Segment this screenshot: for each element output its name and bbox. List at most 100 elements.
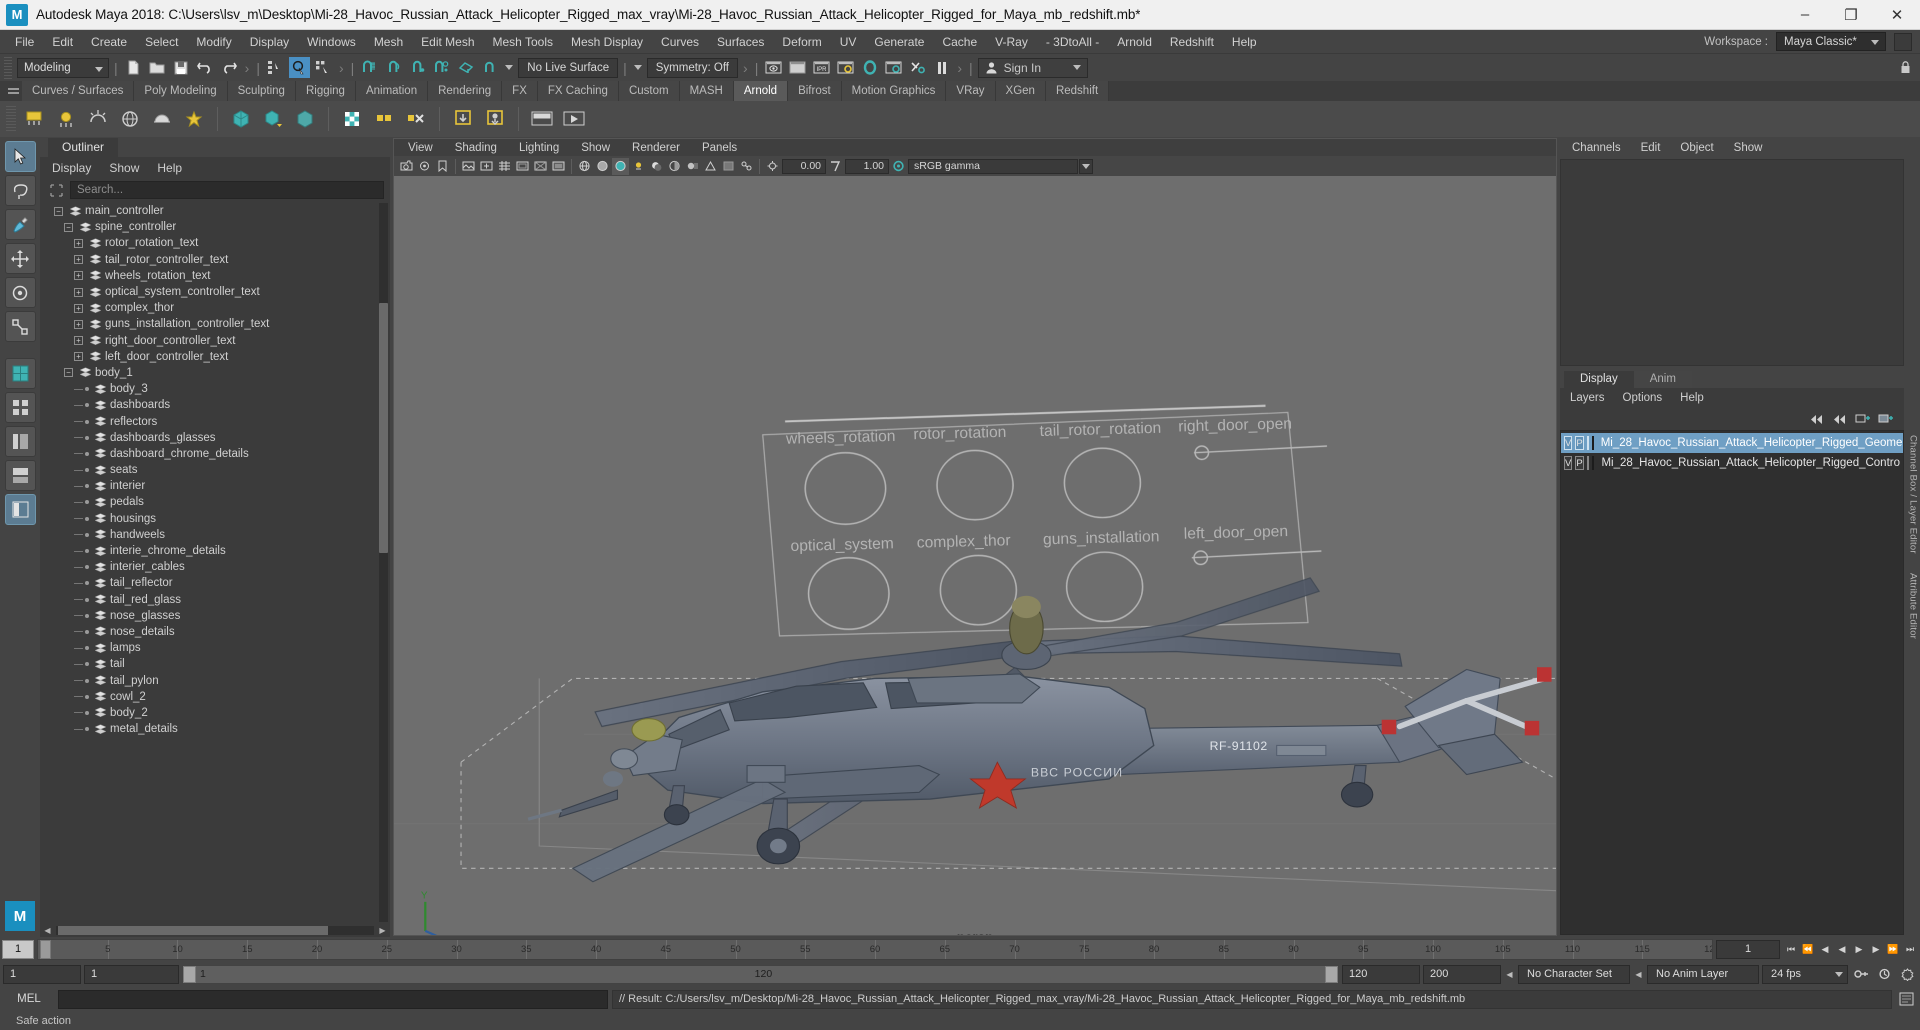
outliner-item[interactable]: + tail_rotor_controller_text	[40, 252, 390, 268]
outliner-item[interactable]: − spine_controller	[40, 219, 390, 235]
step-back-frame-icon[interactable]: ◀	[1817, 940, 1833, 959]
playback-speed-select[interactable]: 24 fps	[1762, 964, 1848, 984]
go-to-end-icon[interactable]: ⏭	[1902, 940, 1918, 959]
arnold-import-icon[interactable]	[449, 105, 477, 133]
snap-point-icon[interactable]	[407, 57, 428, 78]
rotate-tool-button[interactable]	[4, 277, 36, 308]
collapse-icon[interactable]: −	[64, 222, 73, 232]
shelf-tab-xgen[interactable]: XGen	[995, 81, 1046, 101]
scroll-right-icon[interactable]: ▶	[377, 925, 388, 936]
menu-edit[interactable]: Edit	[43, 30, 82, 54]
viewport-colorspace-icon[interactable]	[890, 158, 907, 175]
display-layer-list[interactable]: V P Mi_28_Havoc_Russian_Attack_Helicopter_…	[1560, 430, 1904, 935]
layer-new-from-selected-icon[interactable]	[1877, 411, 1894, 428]
outliner-menu-help[interactable]: Help	[157, 161, 182, 175]
select-component-icon[interactable]	[313, 57, 334, 78]
outliner-item[interactable]: lamps	[40, 640, 390, 656]
outliner-item[interactable]: seats	[40, 462, 390, 478]
viewport-ao-icon[interactable]	[666, 158, 683, 175]
outliner-horizontal-scrollbar[interactable]: ◀ ▶	[40, 924, 390, 937]
layer-color-swatch[interactable]	[1592, 456, 1595, 470]
snap-projected-center-icon[interactable]	[431, 57, 452, 78]
expand-icon[interactable]: +	[74, 336, 83, 346]
viewport-menu-show[interactable]: Show	[581, 142, 610, 154]
menu-deform[interactable]: Deform	[773, 30, 830, 54]
layout-persp-outliner-button[interactable]	[4, 494, 36, 525]
menu-modify[interactable]: Modify	[187, 30, 240, 54]
arnold-tx-manager-icon[interactable]	[528, 105, 556, 133]
viewport-exposure-value[interactable]: 0.00	[782, 158, 826, 174]
viewport-gamma-value[interactable]: 1.00	[845, 158, 889, 174]
layer-playback-toggle[interactable]: P	[1575, 436, 1584, 450]
outliner-item[interactable]: tail	[40, 656, 390, 672]
menu-mesh-display[interactable]: Mesh Display	[562, 30, 652, 54]
layer-tab-display[interactable]: Display	[1564, 371, 1634, 388]
menu-edit-mesh[interactable]: Edit Mesh	[412, 30, 483, 54]
range-right-handle[interactable]	[1325, 965, 1338, 983]
menu-curves[interactable]: Curves	[652, 30, 708, 54]
shelf-tab-animation[interactable]: Animation	[355, 81, 429, 101]
viewport-twod-pan-zoom-icon[interactable]	[478, 158, 495, 175]
menu-mesh-tools[interactable]: Mesh Tools	[484, 30, 562, 54]
viewport-motion-blur-icon[interactable]	[684, 158, 701, 175]
shelf-tab-bifrost[interactable]: Bifrost	[788, 81, 842, 101]
shelf-tab-redshift[interactable]: Redshift	[1045, 81, 1110, 101]
layer-menu-layers[interactable]: Layers	[1570, 392, 1605, 404]
paint-select-tool-button[interactable]	[4, 209, 36, 240]
viewport-image-plane-icon[interactable]	[460, 158, 477, 175]
step-forward-frame-icon[interactable]: ▶	[1868, 940, 1884, 959]
outliner-item[interactable]: dashboards	[40, 397, 390, 413]
script-editor-icon[interactable]	[1896, 990, 1916, 1009]
animation-preferences-icon[interactable]	[1874, 965, 1894, 984]
animation-prefs-gear-icon[interactable]	[1897, 965, 1917, 984]
tab-outliner[interactable]: Outliner	[48, 138, 119, 157]
viewport-camera-attrs-icon[interactable]	[416, 158, 433, 175]
arnold-standin-icon[interactable]	[227, 105, 255, 133]
arnold-assign-shader-icon[interactable]	[370, 105, 398, 133]
new-scene-icon[interactable]	[123, 57, 144, 78]
layer-playback-toggle[interactable]: P	[1575, 456, 1584, 470]
layer-tab-anim[interactable]: Anim	[1633, 371, 1692, 388]
render-setup-icon[interactable]	[907, 57, 928, 78]
outliner-item[interactable]: + rotor_rotation_text	[40, 235, 390, 251]
outliner-item[interactable]: dashboards_glasses	[40, 430, 390, 446]
arnold-flat-shader-icon[interactable]	[338, 105, 366, 133]
outliner-item[interactable]: nose_glasses	[40, 608, 390, 624]
outliner-item[interactable]: interier	[40, 478, 390, 494]
maximize-button[interactable]: ❐	[1828, 0, 1874, 29]
search-filter-icon[interactable]	[48, 182, 64, 198]
symmetry-dropdown-arrow[interactable]	[632, 58, 644, 78]
close-button[interactable]: ✕	[1874, 0, 1920, 29]
render-view-icon[interactable]	[763, 57, 784, 78]
character-set-caret-icon[interactable]: ◀	[1504, 965, 1515, 984]
snap-curve-icon[interactable]	[383, 57, 404, 78]
outliner-item[interactable]: body_3	[40, 381, 390, 397]
undo-icon[interactable]	[195, 57, 216, 78]
outliner-menu-display[interactable]: Display	[52, 161, 91, 175]
viewport-film-gate-icon[interactable]	[514, 158, 531, 175]
anim-end-field[interactable]: 200	[1423, 964, 1501, 984]
viewport-resolution-gate-icon[interactable]	[532, 158, 549, 175]
workspace-lock-icon[interactable]	[1894, 32, 1912, 51]
sign-in-chevron-icon[interactable]	[1072, 65, 1081, 70]
viewport-shadows-icon[interactable]	[648, 158, 665, 175]
step-forward-key-icon[interactable]: ⏩	[1885, 940, 1901, 959]
anim-layer-select[interactable]: No Anim Layer	[1647, 964, 1759, 984]
outliner-item[interactable]: tail_red_glass	[40, 592, 390, 608]
statusline-grip[interactable]	[4, 56, 12, 79]
layer-display-type-toggle[interactable]	[1586, 436, 1589, 450]
channel-box-content[interactable]	[1560, 159, 1904, 366]
collapse-icon[interactable]: −	[64, 368, 73, 378]
viewport-colorspace-select[interactable]: sRGB gamma	[908, 158, 1078, 174]
command-line-input[interactable]	[58, 989, 608, 1009]
layer-display-type-toggle[interactable]	[1586, 456, 1590, 470]
viewport-colorspace-chevron-icon[interactable]	[1079, 158, 1093, 174]
ipr-render-icon[interactable]: IPR	[811, 57, 832, 78]
arnold-area-light-icon[interactable]	[20, 105, 48, 133]
render-settings-icon[interactable]	[835, 57, 856, 78]
outliner-search-input[interactable]: Search...	[70, 181, 384, 199]
live-surface-field[interactable]: No Live Surface	[518, 57, 619, 78]
viewport-lights-icon[interactable]	[630, 158, 647, 175]
display-layer-row[interactable]: V P Mi_28_Havoc_Russian_Attack_Helicopter_…	[1561, 453, 1903, 473]
layer-menu-help[interactable]: Help	[1680, 392, 1704, 404]
